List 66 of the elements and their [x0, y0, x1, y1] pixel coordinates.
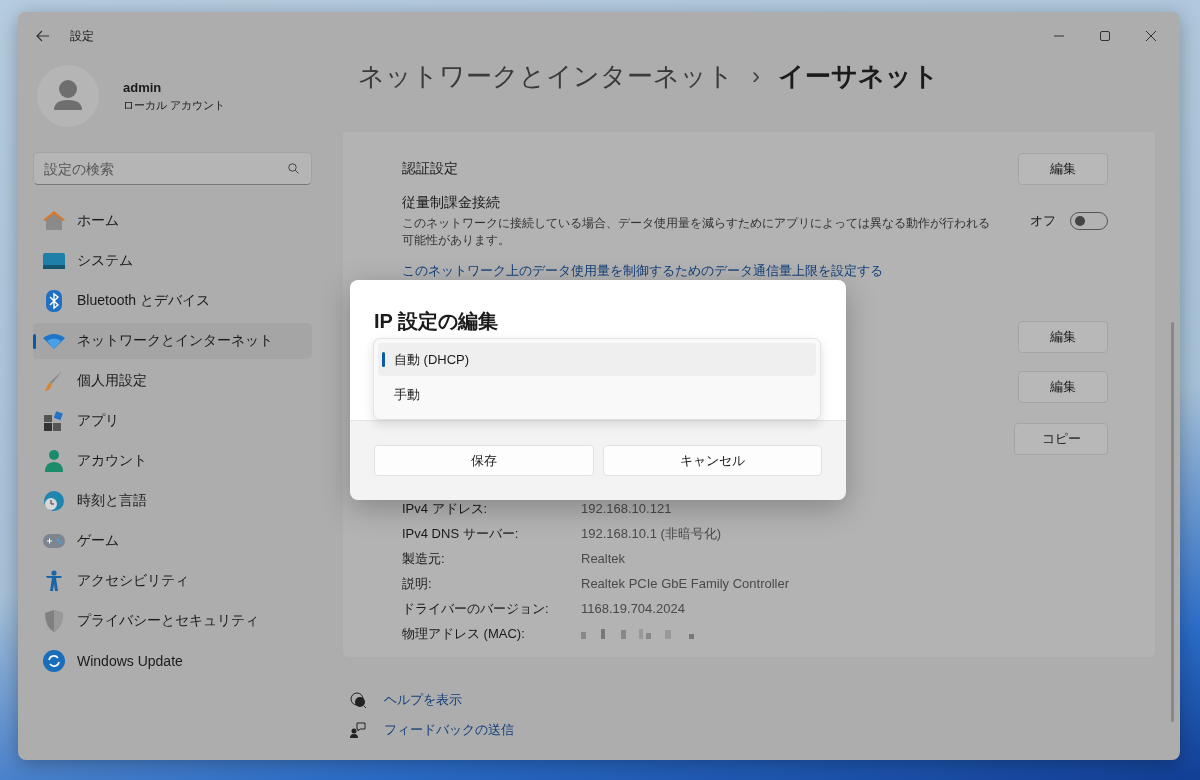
property-label: IPv4 DNS サーバー: [402, 524, 520, 543]
search-icon [288, 163, 299, 174]
breadcrumb-parent[interactable]: ネットワークとインターネット [358, 58, 734, 94]
back-arrow-icon[interactable] [36, 30, 50, 42]
action-button[interactable]: コピー [1014, 423, 1108, 455]
sidebar-item[interactable]: 時刻と言語 [33, 483, 312, 519]
help-icon [350, 692, 366, 708]
dialog-title: IP 設定の編集 [374, 310, 499, 332]
dialog-button[interactable]: キャンセル [602, 445, 822, 476]
dropdown-option[interactable]: 手動 [378, 378, 816, 411]
dropdown-option[interactable]: 自動 (DHCP) [378, 343, 816, 376]
property-value: 192.168.10.121 [581, 501, 672, 516]
wifi-icon [43, 333, 65, 349]
breadcrumb-separator: › [752, 62, 760, 90]
brush-icon [44, 370, 64, 392]
action-button[interactable]: 編集 [1018, 371, 1108, 403]
sidebar-item[interactable]: Bluetooth とデバイス [33, 283, 312, 319]
avatar-icon [37, 65, 99, 127]
page-title: イーサネット [778, 59, 939, 93]
property-label: ドライバーのバージョン: [402, 599, 550, 618]
search-field[interactable]: 設定の検索 [33, 152, 312, 185]
property-value: 192.168.10.1 (非暗号化) [581, 524, 722, 543]
sidebar-item[interactable]: ネットワークとインターネット [33, 323, 312, 359]
action-button[interactable]: 編集 [1018, 153, 1108, 185]
setting-label: 認証設定 [402, 160, 459, 178]
sidebar-item[interactable]: アクセシビリティ [33, 563, 312, 599]
close-icon[interactable] [1146, 31, 1156, 41]
scrollbar-thumb[interactable] [1171, 322, 1174, 722]
gamepad-icon [43, 534, 65, 548]
monitor-icon [43, 253, 65, 269]
home-icon [43, 211, 65, 231]
update-icon [43, 650, 65, 672]
bluetooth-icon [46, 290, 62, 312]
sidebar-item[interactable]: ホーム [33, 203, 312, 239]
property-label: 説明: [402, 574, 433, 593]
sidebar-item[interactable]: プライバシーとセキュリティ [33, 603, 312, 639]
sidebar-item[interactable]: アプリ [33, 403, 312, 439]
sidebar-item[interactable]: アカウント [33, 443, 312, 479]
sidebar-item[interactable]: システム [33, 243, 312, 279]
help-link[interactable]: ヘルプを表示 [384, 691, 462, 709]
apps-icon [44, 411, 64, 431]
property-label: IPv4 アドレス: [402, 499, 489, 518]
dialog-button[interactable]: 保存 [374, 445, 594, 476]
toggle-state: オフ [1030, 212, 1056, 230]
setting-label: 従量制課金接続 [402, 193, 501, 212]
account-name: admin [123, 79, 163, 95]
property-label: 製造元: [402, 549, 446, 568]
property-value: Realtek [581, 551, 626, 566]
account-type: ローカル アカウント [123, 97, 226, 113]
shield-icon [45, 610, 63, 632]
window-title: 設定 [70, 27, 94, 45]
property-value: Realtek PCIe GbE Family Controller [581, 576, 790, 591]
maximize-icon[interactable] [1100, 31, 1110, 41]
setting-description: このネットワークに接続している場合、データ使用量を減らすためにアプリによっては異なる動作が行われる可能性があります。 [402, 214, 991, 249]
action-button[interactable]: 編集 [1018, 321, 1108, 353]
data-limit-link[interactable]: このネットワーク上のデータ使用量を制御するためのデータ通信量上限を設定する [402, 262, 883, 280]
sidebar-item[interactable]: 個人用設定 [33, 363, 312, 399]
accessibility-icon [45, 570, 63, 592]
sidebar-item[interactable]: Windows Update [33, 643, 312, 679]
help-link[interactable]: フィードバックの送信 [384, 721, 514, 739]
person-icon [45, 450, 63, 472]
feedback-icon [350, 722, 366, 738]
property-value: 1168.19.704.2024 [581, 601, 685, 616]
property-label: 物理アドレス (MAC): [402, 624, 526, 643]
globe-clock-icon [43, 490, 65, 512]
sidebar-item[interactable]: ゲーム [33, 523, 312, 559]
